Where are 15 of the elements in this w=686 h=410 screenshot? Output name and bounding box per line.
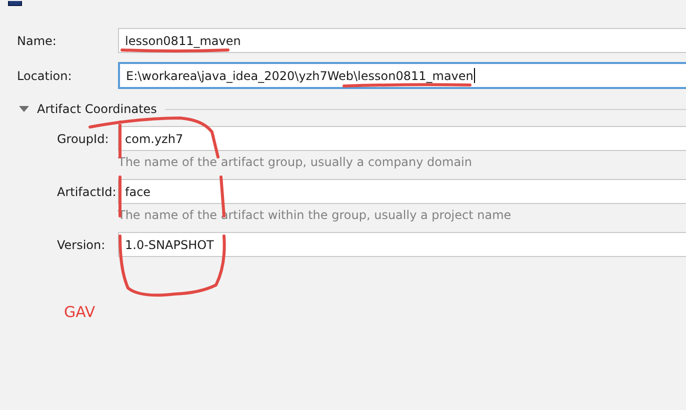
text-field[interactable]: 1.0-SNAPSHOT	[118, 232, 686, 257]
field-label: ArtifactId:	[57, 184, 118, 198]
text-field[interactable]: face	[118, 179, 686, 204]
annotation-text: GAV	[64, 303, 96, 321]
section-title[interactable]: Artifact Coordinates	[37, 102, 157, 116]
field-label: Version:	[57, 238, 106, 252]
field-label: Name:	[17, 34, 58, 48]
text-field[interactable]: E:\workarea\java_idea_2020\yzh7Web\lesson0811_maven	[118, 62, 686, 89]
field-label: GroupId:	[57, 132, 110, 146]
hint-text: The name of the artifact group, usually a company domain	[117, 155, 473, 171]
expanded-triangle-icon[interactable]	[19, 105, 29, 113]
field-label: Location:	[17, 68, 73, 82]
app-icon	[8, 1, 22, 6]
text-field[interactable]: lesson0811_maven	[118, 28, 686, 53]
text-field[interactable]: com.yzh7	[118, 126, 686, 151]
